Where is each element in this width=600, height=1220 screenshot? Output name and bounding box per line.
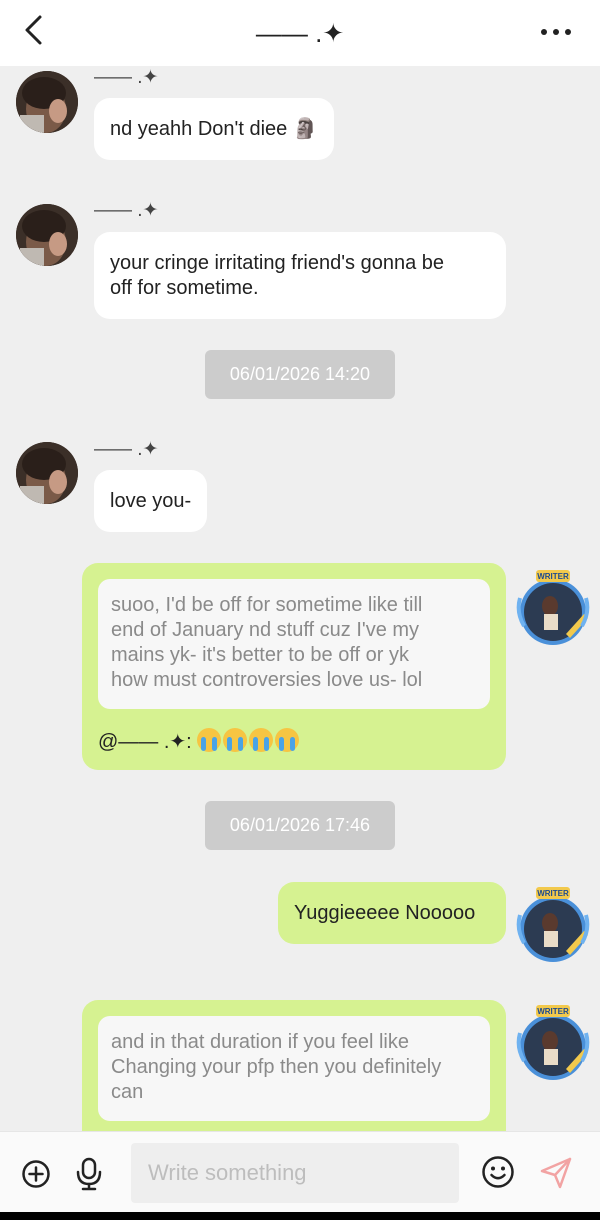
- chat-header: —— .✦: [0, 0, 600, 66]
- avatar-self[interactable]: WRITER: [514, 1003, 592, 1083]
- more-options-icon[interactable]: [536, 24, 576, 40]
- badge-text: WRITER: [537, 1007, 569, 1016]
- crying-emoji-icon: [249, 728, 274, 752]
- avatar-self[interactable]: WRITER: [514, 885, 592, 965]
- message-input[interactable]: [131, 1143, 459, 1203]
- avatar-photo-icon: [16, 71, 78, 133]
- quote-line: end of January nd stuff cuz I've my: [111, 619, 420, 641]
- crying-emoji-icon: [197, 728, 222, 752]
- chat-title: —— .✦: [255, 18, 345, 48]
- microphone-icon[interactable]: [74, 1156, 104, 1192]
- avatar-frame-icon: WRITER: [516, 570, 590, 645]
- avatar[interactable]: [16, 71, 78, 133]
- quote-line: mains yk- it's better to be off or yk: [111, 644, 410, 666]
- quote-line: how must controversies love us- lol: [111, 669, 423, 691]
- crying-emoji-icon: [275, 728, 300, 752]
- send-icon[interactable]: [538, 1155, 574, 1191]
- message-bubble[interactable]: your cringe irritating friend's gonna be…: [94, 232, 506, 319]
- sender-name: —— .✦: [94, 200, 159, 221]
- avatar-frame-icon: WRITER: [516, 887, 590, 962]
- message-bubble-own[interactable]: and in that duration if you feel like Ch…: [82, 1000, 506, 1131]
- quote-line: Changing your pfp then you definitely: [111, 1056, 442, 1078]
- composer-bar: [0, 1131, 600, 1220]
- sender-name: —— .✦: [94, 67, 159, 88]
- avatar-photo-icon: [16, 204, 78, 266]
- quote-line: and in that duration if you feel like: [111, 1031, 409, 1053]
- emoji-icon[interactable]: [481, 1155, 515, 1189]
- avatar-frame-icon: WRITER: [516, 1005, 590, 1080]
- quoted-message: suoo, I'd be off for sometime like till …: [98, 579, 490, 709]
- badge-text: WRITER: [537, 889, 569, 898]
- crying-emoji-icon: [223, 728, 248, 752]
- message-line: off for sometime.: [110, 277, 259, 299]
- quote-line: can: [111, 1081, 144, 1103]
- avatar-self[interactable]: WRITER: [514, 568, 592, 648]
- message-bubble-own[interactable]: Yuggieeeee Nooooo: [278, 882, 506, 944]
- add-attachment-icon[interactable]: [21, 1159, 51, 1189]
- timestamp: 06/01/2026 14:20: [205, 350, 395, 399]
- message-line: your cringe irritating friend's gonna be: [110, 252, 445, 274]
- avatar-photo-icon: [16, 442, 78, 504]
- quote-line: suoo, I'd be off for sometime like till: [111, 594, 423, 616]
- mention-line: @—— .✦:: [98, 728, 301, 754]
- timestamp: 06/01/2026 17:46: [205, 801, 395, 850]
- avatar[interactable]: [16, 442, 78, 504]
- mention-text[interactable]: @—— .✦:: [98, 731, 197, 753]
- system-bottom-bar: [0, 1212, 600, 1220]
- badge-text: WRITER: [537, 572, 569, 581]
- message-bubble[interactable]: nd yeahh Don't diee 🗿: [94, 98, 334, 160]
- message-bubble-own[interactable]: suoo, I'd be off for sometime like till …: [82, 563, 506, 770]
- avatar[interactable]: [16, 204, 78, 266]
- quoted-message: and in that duration if you feel like Ch…: [98, 1016, 490, 1121]
- message-bubble[interactable]: love you-: [94, 470, 208, 532]
- sender-name: —— .✦: [94, 439, 159, 460]
